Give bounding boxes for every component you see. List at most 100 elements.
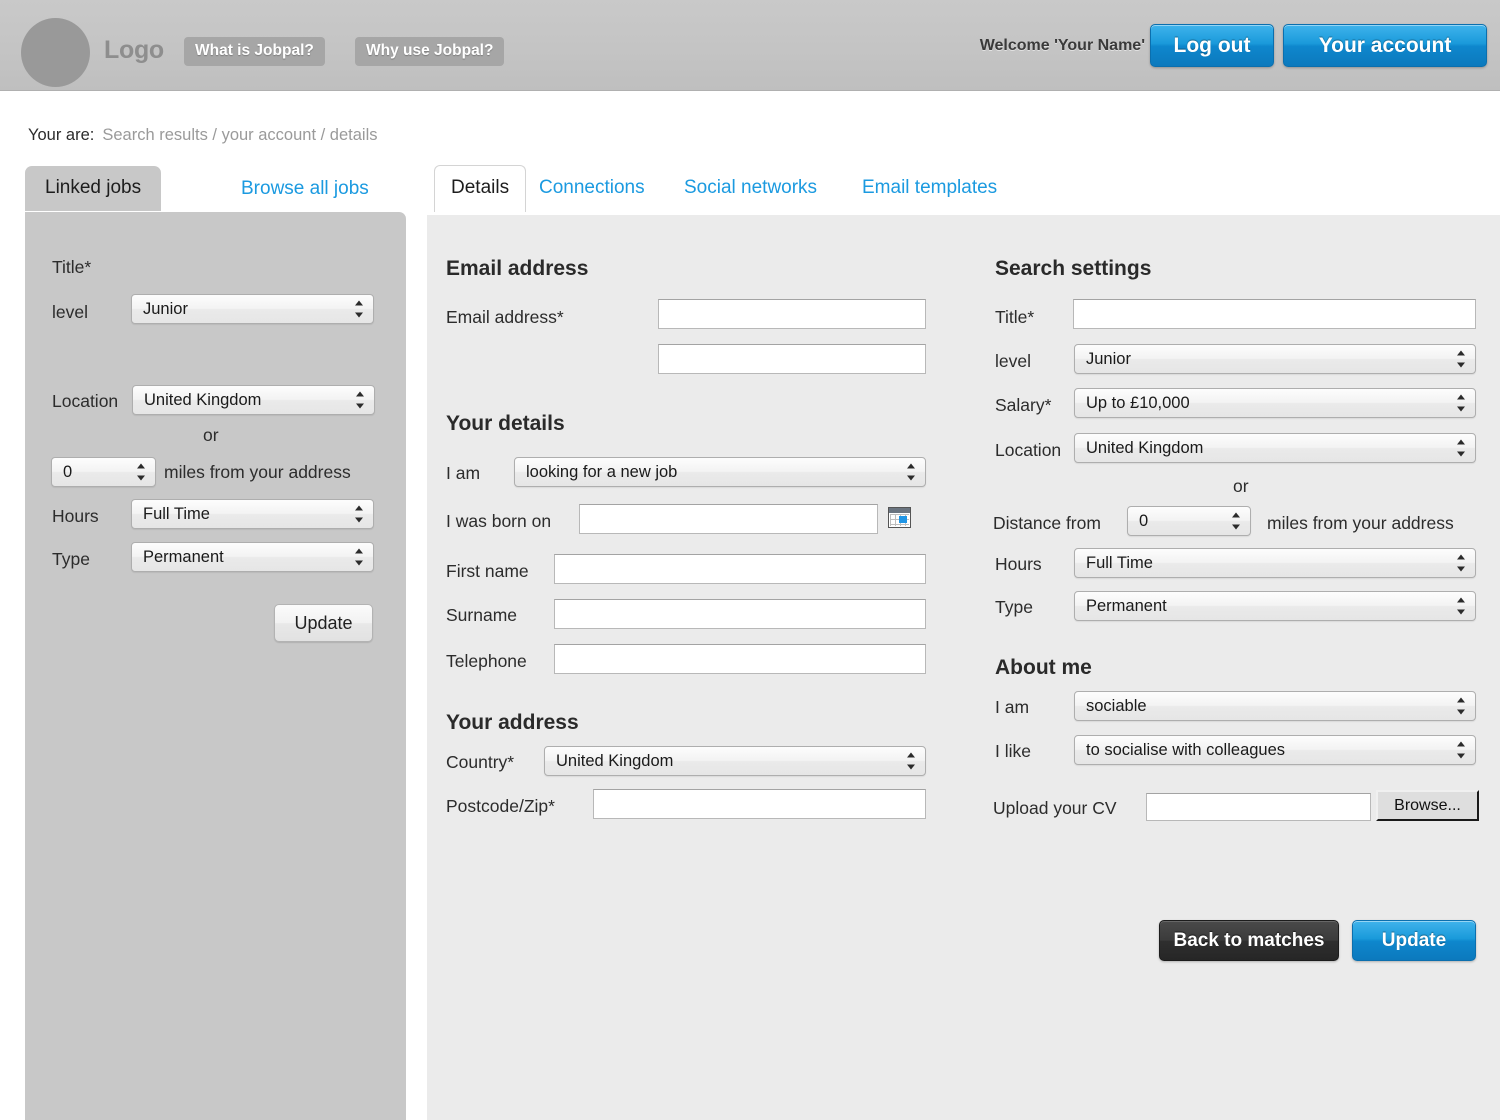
left-distance-suffix: miles from your address — [164, 462, 351, 482]
breadcrumb: Your are: Search results / your account /… — [28, 126, 378, 145]
tab-connections[interactable]: Connections — [539, 166, 645, 212]
left-type-select[interactable]: Permanent — [131, 542, 374, 572]
search-hours-select[interactable]: Full Time — [1074, 548, 1476, 578]
search-level-select[interactable]: Junior — [1074, 344, 1476, 374]
email-address-input[interactable] — [658, 299, 926, 329]
left-type-label: Type — [52, 549, 90, 569]
stepper-arrows-icon — [355, 548, 364, 566]
browse-button[interactable]: Browse... — [1376, 790, 1479, 821]
tab-browse-all-jobs[interactable]: Browse all jobs — [221, 167, 389, 212]
first-name-input[interactable] — [554, 554, 926, 584]
your-account-button[interactable]: Your account — [1283, 24, 1487, 67]
about-i-like-value: to socialise with colleagues — [1086, 740, 1286, 759]
distance-suffix: miles from your address — [1267, 513, 1454, 533]
left-level-select[interactable]: Junior — [131, 294, 374, 324]
log-out-button[interactable]: Log out — [1150, 24, 1274, 67]
stepper-arrows-icon — [1457, 394, 1466, 412]
stepper-arrows-icon — [1457, 597, 1466, 615]
about-i-like-label: I like — [995, 741, 1031, 761]
upload-cv-label: Upload your CV — [993, 798, 1117, 818]
site-header: Logo What is Jobpal? Why use Jobpal? Wel… — [0, 0, 1500, 91]
email-address-confirm-input[interactable] — [658, 344, 926, 374]
tab-details[interactable]: Details — [434, 165, 527, 212]
email-address-heading: Email address — [446, 257, 589, 280]
telephone-label: Telephone — [446, 651, 527, 671]
distance-from-label: Distance from — [993, 513, 1101, 533]
breadcrumb-path[interactable]: Search results / your account / details — [102, 126, 377, 144]
left-level-label: level — [52, 302, 88, 322]
born-on-label: I was born on — [446, 511, 552, 531]
logo-avatar — [21, 18, 90, 87]
salary-value: Up to £10,000 — [1086, 393, 1190, 412]
welcome-message: Welcome 'Your Name' — [979, 37, 1145, 54]
left-location-value: United Kingdom — [144, 390, 262, 409]
details-panel: Email address Email address* Your detail… — [427, 215, 1500, 1120]
left-hours-label: Hours — [52, 506, 99, 526]
about-i-am-select[interactable]: sociable — [1074, 691, 1476, 721]
left-hours-select[interactable]: Full Time — [131, 499, 374, 529]
calendar-header-bar — [889, 508, 910, 513]
nav-what-is-jobpal[interactable]: What is Jobpal? — [184, 37, 325, 66]
date-of-birth-input[interactable] — [579, 504, 878, 534]
about-i-like-select[interactable]: to socialise with colleagues — [1074, 735, 1476, 765]
search-type-value: Permanent — [1086, 596, 1167, 615]
search-location-select[interactable]: United Kingdom — [1074, 433, 1476, 463]
i-am-value: looking for a new job — [526, 462, 678, 481]
search-location-label: Location — [995, 440, 1062, 460]
left-location-label: Location — [52, 391, 119, 411]
surname-label: Surname — [446, 605, 518, 625]
i-am-select[interactable]: looking for a new job — [514, 457, 926, 487]
search-location-value: United Kingdom — [1086, 438, 1204, 457]
stepper-arrows-icon — [137, 463, 146, 481]
stepper-arrows-icon — [1457, 741, 1466, 759]
country-label: Country* — [446, 752, 515, 772]
stepper-arrows-icon — [1457, 697, 1466, 715]
stepper-arrows-icon — [1457, 439, 1466, 457]
nav-why-use-jobpal[interactable]: Why use Jobpal? — [355, 37, 505, 66]
stepper-arrows-icon — [907, 752, 916, 770]
search-title-input[interactable] — [1073, 299, 1476, 329]
left-or-label: or — [203, 425, 219, 445]
stepper-arrows-icon — [355, 505, 364, 523]
postcode-input[interactable] — [593, 789, 926, 819]
search-hours-label: Hours — [995, 554, 1042, 574]
logo-text: Logo — [104, 36, 164, 64]
left-distance-value: 0 — [63, 462, 73, 481]
postcode-label: Postcode/Zip* — [446, 796, 555, 816]
main-update-button[interactable]: Update — [1352, 920, 1476, 961]
salary-select[interactable]: Up to £10,000 — [1074, 388, 1476, 418]
calendar-selected-day — [899, 516, 907, 523]
surname-input[interactable] — [554, 599, 926, 629]
stepper-arrows-icon — [356, 391, 365, 409]
tab-email-templates[interactable]: Email templates — [862, 166, 997, 212]
back-to-matches-button[interactable]: Back to matches — [1159, 920, 1339, 961]
first-name-label: First name — [446, 561, 529, 581]
stepper-arrows-icon — [1232, 512, 1241, 530]
left-distance-select[interactable]: 0 — [51, 457, 156, 487]
left-update-button[interactable]: Update — [274, 604, 373, 642]
tab-social-networks[interactable]: Social networks — [684, 166, 817, 212]
stepper-arrows-icon — [355, 300, 364, 318]
left-title-label: Title* — [52, 257, 92, 277]
email-address-label: Email address* — [446, 307, 564, 327]
upload-cv-input[interactable] — [1146, 793, 1371, 821]
search-hours-value: Full Time — [1086, 553, 1153, 572]
about-i-am-label: I am — [995, 697, 1030, 717]
search-level-value: Junior — [1086, 349, 1131, 368]
about-i-am-value: sociable — [1086, 696, 1147, 715]
linked-jobs-panel: Title* level Junior Location United King… — [25, 212, 406, 1120]
left-location-select[interactable]: United Kingdom — [132, 385, 375, 415]
tab-linked-jobs[interactable]: Linked jobs — [25, 166, 162, 211]
search-settings-heading: Search settings — [995, 257, 1152, 280]
search-title-label: Title* — [995, 307, 1035, 327]
calendar-icon[interactable] — [888, 507, 911, 528]
telephone-input[interactable] — [554, 644, 926, 674]
country-select[interactable]: United Kingdom — [544, 746, 926, 776]
left-type-value: Permanent — [143, 547, 224, 566]
breadcrumb-label: Your are: — [28, 126, 95, 144]
left-hours-value: Full Time — [143, 504, 210, 523]
salary-label: Salary* — [995, 395, 1052, 415]
search-type-select[interactable]: Permanent — [1074, 591, 1476, 621]
distance-select[interactable]: 0 — [1127, 506, 1251, 536]
search-level-label: level — [995, 351, 1031, 371]
